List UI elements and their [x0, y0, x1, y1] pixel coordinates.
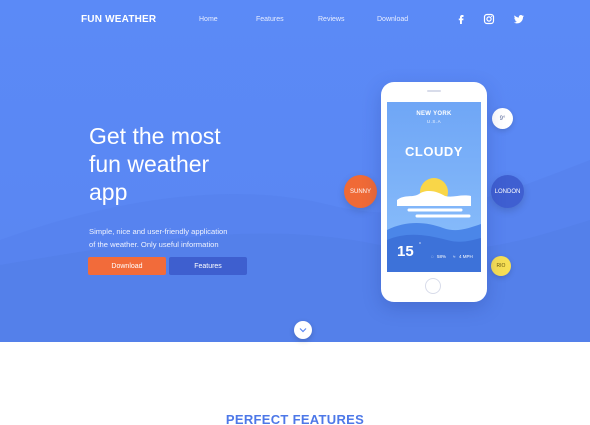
scroll-down-button[interactable]: [294, 321, 312, 339]
section-title: PERFECT FEATURES: [225, 412, 365, 425]
features-button[interactable]: Features: [169, 257, 247, 275]
facebook-icon[interactable]: [455, 13, 467, 25]
phone-home-button: [425, 278, 441, 294]
city-label: NEW YORK: [416, 111, 452, 117]
brand-logo[interactable]: FUN WEATHER: [81, 14, 156, 25]
phone-speaker: [427, 90, 441, 92]
hero-subtitle: Simple, nice and user-friendly applicati…: [89, 226, 264, 251]
twitter-icon[interactable]: [513, 13, 525, 25]
hero-headline: Get the most fun weather app: [89, 122, 289, 206]
london-bubble[interactable]: LONDON: [491, 175, 524, 208]
hero-section: FUN WEATHER Home Features Reviews Downlo…: [0, 0, 590, 342]
wind-icon: ≈: [453, 254, 456, 259]
nav-home[interactable]: Home: [199, 16, 218, 23]
humidity-icon: ◌: [431, 254, 434, 259]
cloud-icon: [397, 190, 471, 206]
phone-screen: NEW YORK U.S.A CLOUDY 15 ° ◌ 58% ≈ 4 MPH: [387, 102, 481, 272]
degree-mark: °: [419, 242, 421, 248]
wind-value: 4 MPH: [459, 254, 473, 259]
subtitle-line: of the weather. Only useful information: [89, 239, 219, 249]
instagram-icon[interactable]: [483, 13, 495, 25]
nav-reviews[interactable]: Reviews: [318, 16, 344, 23]
nav-features[interactable]: Features: [256, 16, 284, 23]
phone-mockup: NEW YORK U.S.A CLOUDY 15 ° ◌ 58% ≈ 4 MPH: [381, 82, 487, 302]
chevron-down-icon: [299, 328, 307, 333]
headline-line: app: [89, 179, 128, 205]
headline-line: Get the most: [89, 123, 221, 149]
nav-download[interactable]: Download: [377, 16, 408, 23]
condition-label: CLOUDY: [405, 144, 463, 159]
temperature-value: 15: [397, 243, 414, 260]
headline-line: fun weather: [89, 151, 210, 177]
sunny-bubble[interactable]: SUNNY: [344, 175, 377, 208]
humidity-value: 58%: [437, 254, 447, 259]
download-button[interactable]: Download: [88, 257, 166, 275]
temperature-bubble[interactable]: 9°: [492, 108, 513, 129]
rio-bubble[interactable]: RIO: [491, 256, 511, 276]
subtitle-line: Simple, nice and user-friendly applicati…: [89, 227, 228, 236]
country-label: U.S.A: [426, 119, 442, 124]
